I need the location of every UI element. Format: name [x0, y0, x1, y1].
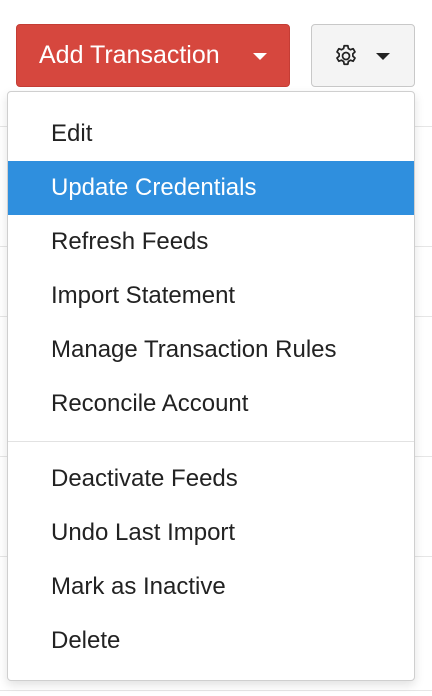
settings-dropdown-menu: Edit Update Credentials Refresh Feeds Im… [7, 91, 415, 681]
menu-item-mark-as-inactive[interactable]: Mark as Inactive [8, 560, 414, 614]
caret-down-icon[interactable] [253, 53, 267, 60]
menu-item-edit[interactable]: Edit [8, 107, 414, 161]
menu-item-undo-last-import[interactable]: Undo Last Import [8, 506, 414, 560]
add-transaction-label: Add Transaction [39, 41, 220, 69]
menu-item-reconcile-account[interactable]: Reconcile Account [8, 377, 414, 431]
menu-item-delete[interactable]: Delete [8, 614, 414, 668]
menu-item-update-credentials[interactable]: Update Credentials [8, 161, 414, 215]
caret-down-icon [376, 53, 390, 60]
menu-item-refresh-feeds[interactable]: Refresh Feeds [8, 215, 414, 269]
menu-item-manage-transaction-rules[interactable]: Manage Transaction Rules [8, 323, 414, 377]
menu-item-import-statement[interactable]: Import Statement [8, 269, 414, 323]
menu-divider [8, 441, 414, 442]
add-transaction-button[interactable]: Add Transaction [16, 24, 290, 87]
menu-item-deactivate-feeds[interactable]: Deactivate Feeds [8, 452, 414, 506]
gear-icon [336, 44, 356, 66]
background-divider [0, 690, 432, 691]
settings-dropdown-button[interactable] [311, 24, 415, 87]
